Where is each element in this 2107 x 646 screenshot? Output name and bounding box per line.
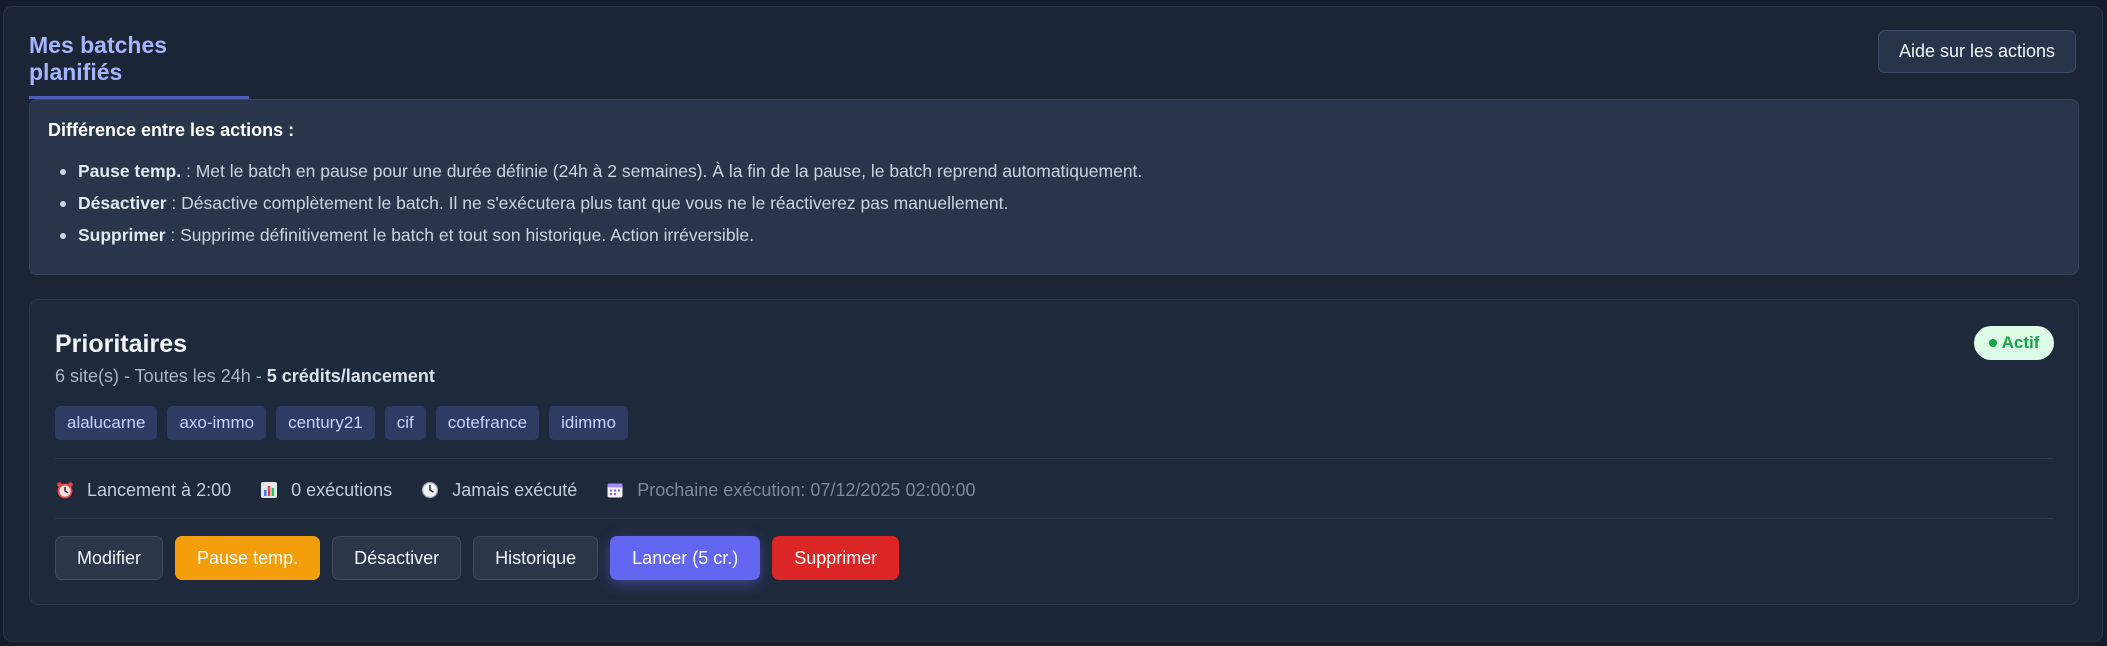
info-item-pause: Pause temp. : Met le batch en pause pour… bbox=[48, 155, 2060, 187]
actions-info-box: Différence entre les actions : Pause tem… bbox=[29, 99, 2079, 275]
status-badge: Actif bbox=[1974, 326, 2054, 360]
bar-chart-icon bbox=[259, 480, 279, 500]
info-list: Pause temp. : Met le batch en pause pour… bbox=[48, 155, 2060, 251]
info-term: Pause temp. bbox=[78, 161, 182, 181]
meta-next-run: Prochaine exécution: 07/12/2025 02:00:00 bbox=[605, 479, 976, 501]
meta-executions-text: 0 exécutions bbox=[291, 479, 393, 500]
status-dot-icon bbox=[1988, 339, 1997, 347]
help-actions-button[interactable]: Aide sur les actions bbox=[1878, 30, 2076, 73]
info-text: : Désactive complètement le batch. Il ne… bbox=[166, 193, 1009, 213]
info-item-delete: Supprimer : Supprime définitivement le b… bbox=[48, 219, 2060, 251]
page-title: Mes batches planifiés bbox=[29, 32, 249, 99]
calendar-icon bbox=[605, 480, 625, 500]
site-tags: alalucarne axo-immo century21 cif cotefr… bbox=[55, 406, 628, 440]
batch-card: Prioritaires 6 site(s) - Toutes les 24h … bbox=[29, 299, 2079, 605]
clock-icon bbox=[420, 480, 440, 500]
batch-summary-text: 6 site(s) - Toutes les 24h - bbox=[55, 366, 267, 386]
delete-button[interactable]: Supprimer bbox=[772, 536, 900, 580]
site-tag: cotefrance bbox=[435, 406, 540, 440]
meta-next-run-text: Prochaine exécution: 07/12/2025 02:00:00 bbox=[637, 479, 976, 500]
batch-meta: Lancement à 2:00 0 exécutions Jamais exé… bbox=[55, 475, 976, 505]
batch-summary: 6 site(s) - Toutes les 24h - 5 crédits/l… bbox=[55, 366, 435, 387]
meta-executions: 0 exécutions bbox=[259, 480, 392, 501]
site-tag: century21 bbox=[276, 406, 375, 440]
divider bbox=[55, 458, 2053, 459]
alarm-clock-icon bbox=[55, 480, 75, 500]
edit-button[interactable]: Modifier bbox=[55, 536, 164, 580]
meta-launch-text: Lancement à 2:00 bbox=[87, 479, 232, 500]
pause-button[interactable]: Pause temp. bbox=[175, 536, 321, 580]
site-tag: alalucarne bbox=[55, 406, 158, 440]
info-item-disable: Désactiver : Désactive complètement le b… bbox=[48, 187, 2060, 219]
info-term: Désactiver bbox=[78, 193, 167, 213]
site-tag: cif bbox=[384, 406, 426, 440]
divider bbox=[55, 518, 2053, 519]
meta-last-run-text: Jamais exécuté bbox=[452, 479, 578, 500]
info-title: Différence entre les actions : bbox=[48, 120, 295, 140]
site-tag: axo-immo bbox=[167, 406, 267, 440]
status-label: Actif bbox=[2001, 333, 2040, 352]
disable-button[interactable]: Désactiver bbox=[332, 536, 462, 580]
site-tag: idimmo bbox=[549, 406, 628, 440]
batch-name: Prioritaires bbox=[55, 330, 188, 358]
info-text: : Met le batch en pause pour une durée d… bbox=[181, 161, 1143, 181]
batch-actions: Modifier Pause temp. Désactiver Historiq… bbox=[55, 536, 900, 580]
info-term: Supprimer bbox=[78, 225, 166, 245]
batch-credits: 5 crédits/lancement bbox=[266, 366, 435, 386]
history-button[interactable]: Historique bbox=[473, 536, 599, 580]
info-text: : Supprime définitivement le batch et to… bbox=[165, 225, 755, 245]
meta-launch: Lancement à 2:00 bbox=[55, 480, 231, 501]
launch-button[interactable]: Lancer (5 cr.) bbox=[610, 536, 761, 580]
meta-last-run: Jamais exécuté bbox=[420, 480, 577, 501]
batches-panel: Mes batches planifiés Aide sur les actio… bbox=[3, 6, 2103, 642]
